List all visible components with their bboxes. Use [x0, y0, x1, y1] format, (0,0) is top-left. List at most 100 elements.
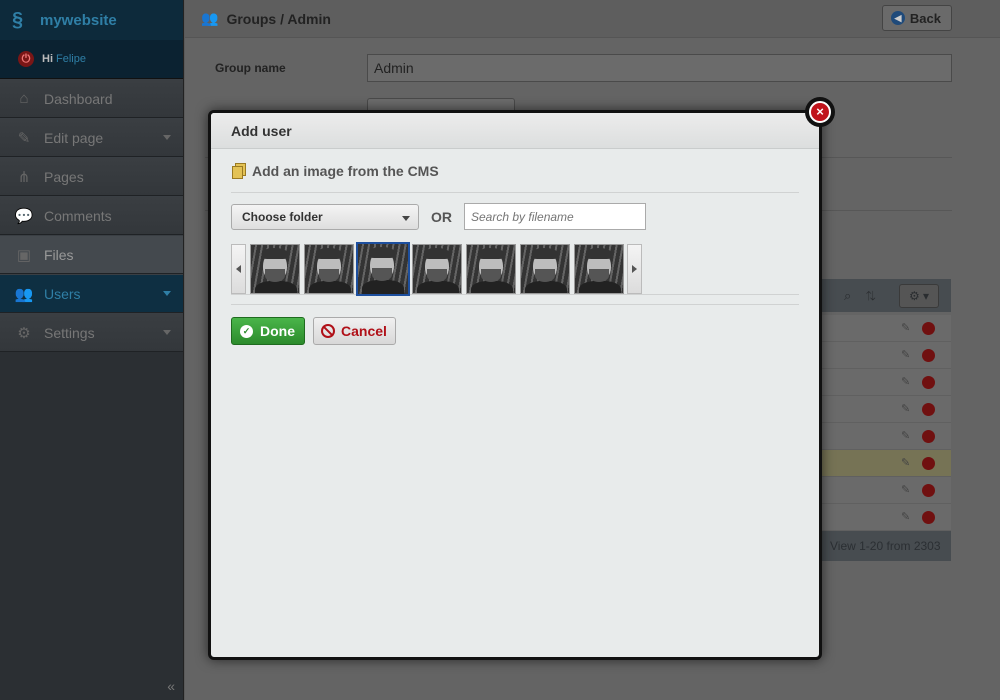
back-arrow-icon: ◀ — [890, 11, 905, 25]
sidebar-item-pages[interactable]: ⋔ Pages — [0, 157, 183, 196]
close-modal-button[interactable]: × — [805, 97, 835, 127]
group-name-field[interactable]: Admin — [367, 54, 952, 82]
sidebar-item-label: Files — [44, 246, 74, 263]
group-icon: 👥 — [201, 10, 219, 26]
user-name-link[interactable]: Felipe — [56, 53, 86, 65]
image-thumbnail-selected[interactable] — [356, 241, 410, 296]
table-row: ✎ — [820, 450, 951, 477]
delete-icon[interactable] — [922, 322, 935, 335]
sidebar-item-label: Settings — [44, 324, 95, 341]
image-thumbnail[interactable] — [304, 243, 354, 294]
table-row: ✎ — [820, 342, 951, 369]
sidebar-item-label: Edit page — [44, 129, 104, 146]
table-row: ✎ — [820, 369, 951, 396]
cms-section-title: Add an image from the CMS — [252, 162, 439, 179]
delete-icon[interactable] — [922, 511, 935, 524]
done-button[interactable]: ✓ Done — [231, 317, 305, 345]
search-filename-input[interactable] — [464, 203, 646, 230]
modal-header: Add user — [211, 113, 819, 149]
scroll-right-button[interactable] — [627, 243, 642, 294]
image-thumbnail[interactable] — [574, 243, 624, 294]
cancel-button[interactable]: Cancel — [313, 317, 396, 345]
image-icon: ▣ — [16, 246, 32, 264]
or-label: OR — [431, 208, 452, 225]
image-thumbnail[interactable] — [520, 243, 570, 294]
table-row: ✎ — [820, 423, 951, 450]
collapse-sidebar-icon[interactable]: « — [167, 678, 175, 694]
thumbnail-strip — [231, 241, 799, 296]
image-thumbnail[interactable] — [250, 243, 300, 294]
thumbnail-strip-container — [231, 241, 799, 305]
table-row: ✎ — [820, 504, 951, 531]
delete-icon[interactable] — [922, 403, 935, 416]
edit-icon[interactable]: ✎ — [901, 321, 910, 334]
ban-icon — [321, 324, 335, 338]
images-icon — [231, 162, 247, 179]
gear-icon: ⚙ — [17, 324, 31, 342]
sidebar-item-label: Pages — [44, 168, 84, 185]
done-label: Done — [260, 323, 295, 339]
chevron-left-icon — [236, 264, 241, 273]
sidebar-item-users[interactable]: 👥 Users — [0, 274, 183, 313]
choose-folder-select[interactable]: Choose folder — [231, 203, 419, 230]
sidebar-item-files[interactable]: ▣ Files — [0, 235, 183, 274]
add-user-modal: Add user Add an image from the CMS Choos… — [208, 110, 822, 660]
sitemap-icon: ⋔ — [17, 168, 31, 186]
modal-body: Add an image from the CMS Choose folder … — [211, 149, 819, 345]
brand[interactable]: § mywebsite — [0, 0, 183, 40]
edit-icon[interactable]: ✎ — [901, 483, 910, 496]
close-icon: × — [809, 101, 831, 123]
modal-title: Add user — [231, 122, 292, 139]
sidebar-item-dashboard[interactable]: ⌂ Dashboard — [0, 79, 183, 118]
back-label: Back — [909, 10, 941, 26]
check-icon: ✓ — [240, 324, 253, 338]
delete-icon[interactable] — [922, 457, 935, 470]
modal-actions: ✓ Done Cancel — [231, 317, 799, 345]
table-settings-button[interactable]: ⚙ ▾ — [899, 284, 939, 308]
delete-icon[interactable] — [922, 484, 935, 497]
chevron-down-icon — [163, 291, 171, 296]
edit-icon[interactable]: ✎ — [901, 456, 910, 469]
table-pagination-info: View 1-20 from 2303 — [820, 531, 951, 561]
scroll-left-button[interactable] — [231, 243, 246, 294]
users-icon: 👥 — [14, 285, 34, 303]
sidebar-item-label: Users — [44, 285, 81, 302]
logo-icon: § — [12, 9, 24, 31]
sidebar: § mywebsite ⏻ Hi Felipe ⌂ Dashboard ✎ Ed… — [0, 0, 184, 700]
cancel-label: Cancel — [341, 323, 387, 339]
sidebar-item-comments[interactable]: 💬 Comments — [0, 196, 183, 235]
user-greeting: ⏻ Hi Felipe — [0, 40, 183, 79]
page-header: 👥 Groups / Admin — [185, 0, 1000, 38]
delete-icon[interactable] — [922, 349, 935, 362]
chevron-right-icon — [632, 264, 637, 273]
folder-search-row: Choose folder OR — [231, 203, 799, 230]
edit-icon[interactable]: ✎ — [901, 402, 910, 415]
chevron-down-icon — [402, 215, 410, 221]
comment-icon: 💬 — [14, 207, 34, 225]
power-icon[interactable]: ⏻ — [18, 51, 34, 67]
sidebar-item-settings[interactable]: ⚙ Settings — [0, 313, 183, 352]
chevron-down-icon — [163, 330, 171, 335]
image-thumbnail[interactable] — [412, 243, 462, 294]
table-row: ✎ — [820, 396, 951, 423]
group-name-label: Group name — [215, 61, 286, 75]
edit-icon[interactable]: ✎ — [901, 375, 910, 388]
edit-icon[interactable]: ✎ — [901, 510, 910, 523]
pencil-icon: ✎ — [17, 129, 31, 147]
delete-icon[interactable] — [922, 430, 935, 443]
sidebar-item-label: Comments — [44, 207, 112, 224]
table-row: ✎ — [820, 315, 951, 342]
edit-icon[interactable]: ✎ — [901, 429, 910, 442]
group-name-row: Group name Admin — [215, 54, 952, 82]
greeting-label: Hi — [42, 53, 53, 65]
table-row: ✎ — [820, 477, 951, 504]
brand-name: mywebsite — [40, 11, 117, 29]
delete-icon[interactable] — [922, 376, 935, 389]
chevron-down-icon — [163, 135, 171, 140]
edit-icon[interactable]: ✎ — [901, 348, 910, 361]
image-thumbnail[interactable] — [466, 243, 516, 294]
sidebar-item-edit-page[interactable]: ✎ Edit page — [0, 118, 183, 157]
search-icon[interactable]: ⌕ ⇅ — [844, 288, 876, 304]
page-title: Groups / Admin — [226, 10, 331, 27]
back-button[interactable]: ◀ Back — [881, 5, 952, 31]
